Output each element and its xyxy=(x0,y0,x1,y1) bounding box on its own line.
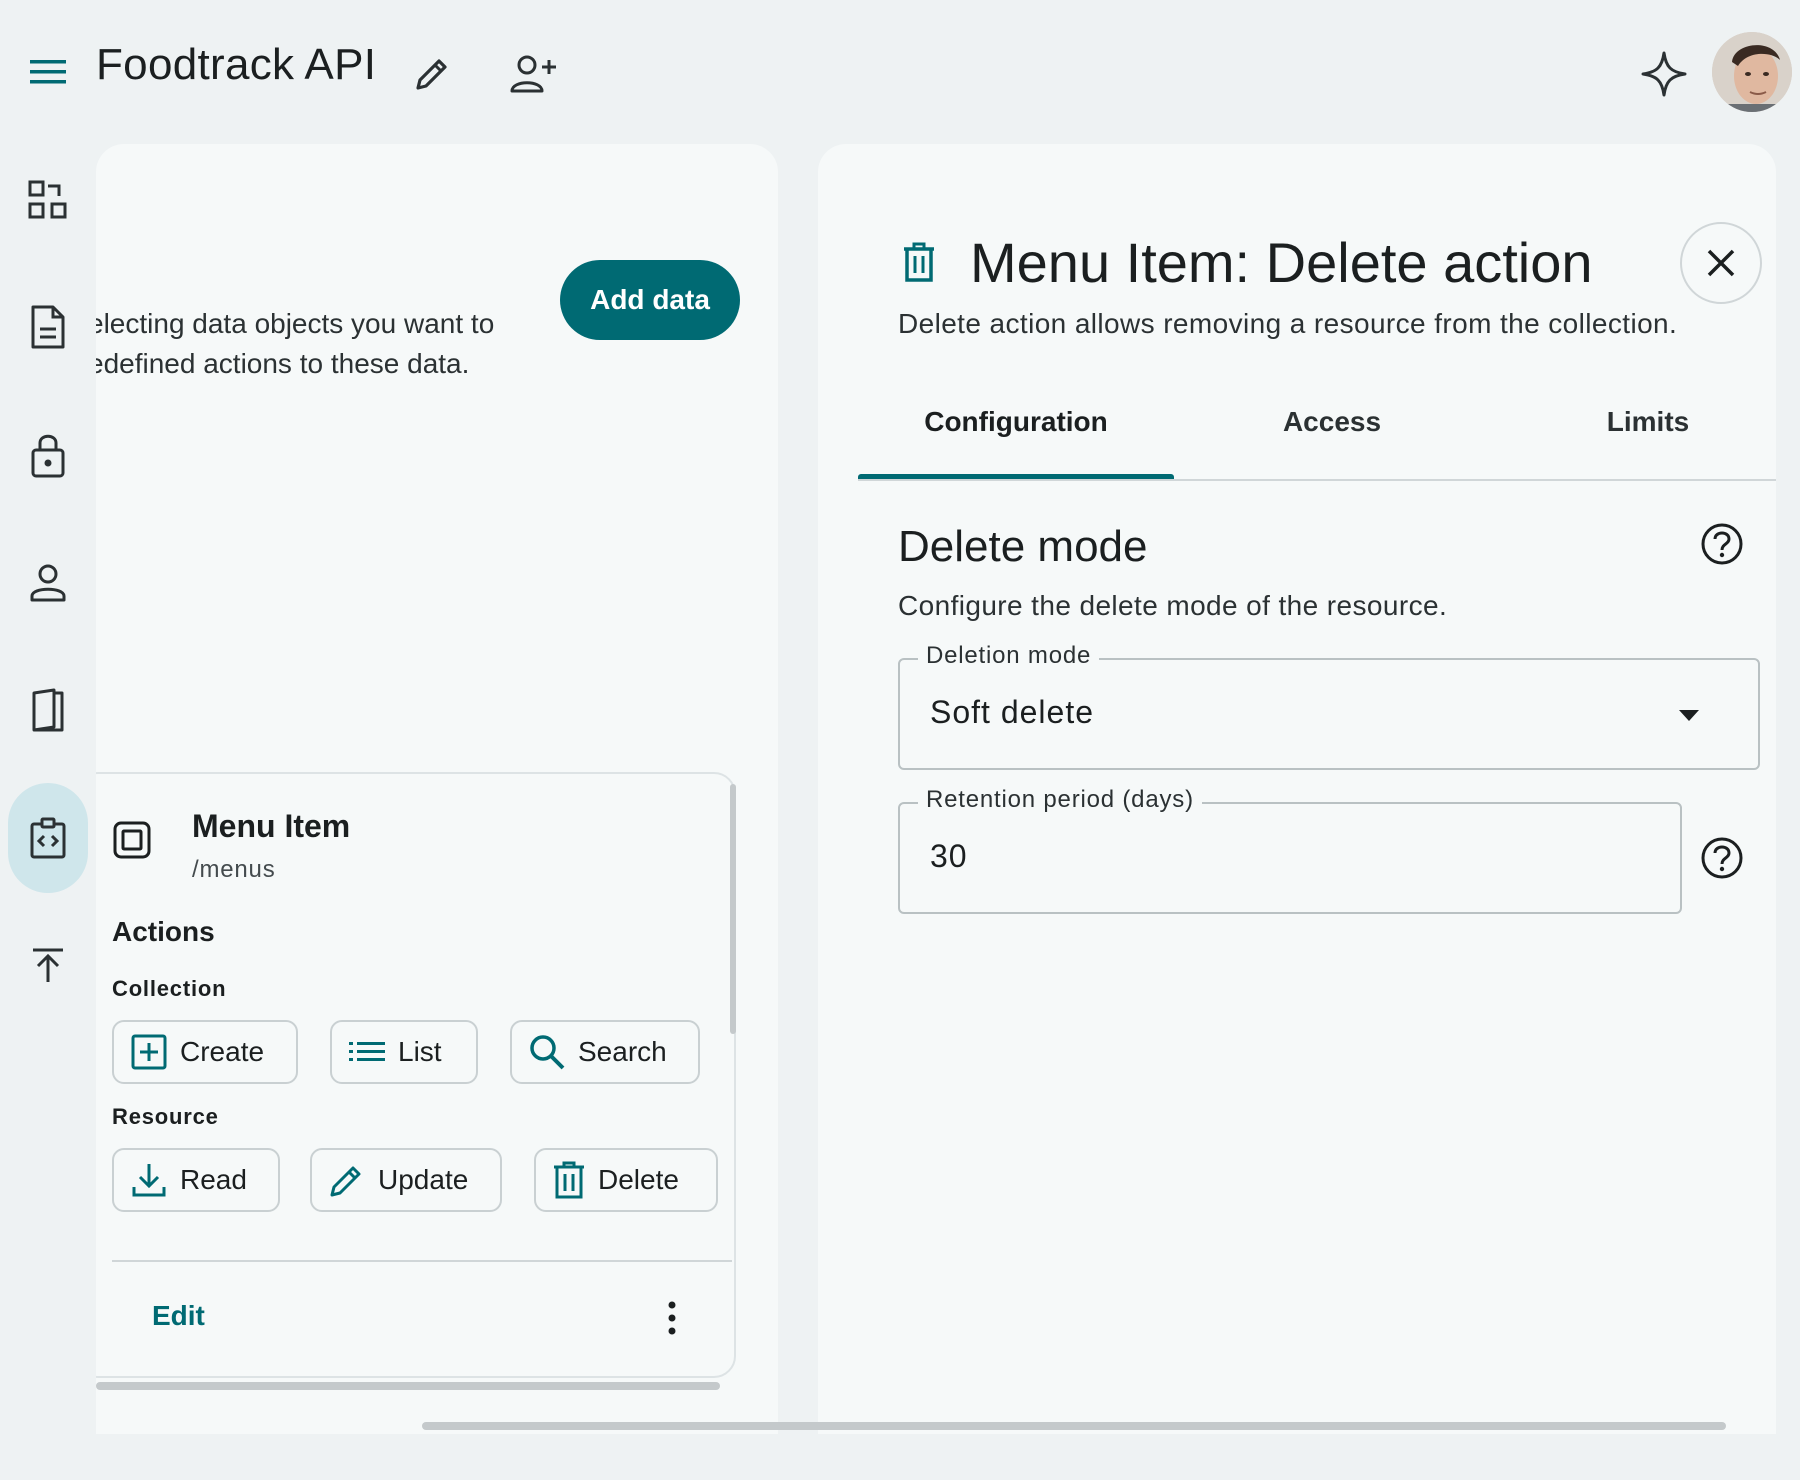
card-scrollbar[interactable] xyxy=(730,784,736,1034)
dropdown-arrow-icon xyxy=(1678,708,1700,722)
section-title: Delete mode xyxy=(898,522,1148,571)
pencil-icon xyxy=(330,1166,361,1197)
page-horizontal-scrollbar[interactable] xyxy=(422,1422,1726,1430)
help-icon xyxy=(1701,837,1743,879)
book-icon xyxy=(32,688,64,732)
list-label: List xyxy=(398,1036,442,1067)
trash-icon xyxy=(554,1161,584,1199)
tab-access[interactable]: Access xyxy=(1174,406,1490,438)
resource-path: /menus xyxy=(192,856,276,883)
edit-title-button[interactable] xyxy=(408,50,456,98)
add-user-button[interactable] xyxy=(506,48,562,100)
add-box-icon xyxy=(131,1034,167,1070)
download-icon xyxy=(132,1164,166,1197)
more-options-button[interactable] xyxy=(652,1294,692,1342)
retention-period-input[interactable] xyxy=(898,802,1682,914)
menu-icon xyxy=(30,60,66,84)
active-tab-indicator xyxy=(858,474,1174,479)
intro-line-2: edefined actions to these data. xyxy=(96,348,470,379)
close-button[interactable] xyxy=(1680,222,1762,304)
search-label: Search xyxy=(578,1036,667,1067)
left-horizontal-scrollbar[interactable] xyxy=(96,1382,720,1390)
retention-help-button[interactable] xyxy=(1698,834,1746,882)
resource-icon xyxy=(112,820,152,860)
collection-heading: Collection xyxy=(112,976,227,1001)
nav-api[interactable] xyxy=(8,783,88,893)
read-action-button[interactable]: Read xyxy=(112,1148,280,1212)
section-subtitle: Configure the delete mode of the resourc… xyxy=(898,590,1448,621)
actions-heading: Actions xyxy=(112,916,215,947)
close-icon xyxy=(1707,249,1735,277)
update-label: Update xyxy=(378,1164,469,1195)
api-icon xyxy=(30,817,66,859)
nav-users[interactable] xyxy=(8,528,88,638)
intro-line-1: electing data objects you want to xyxy=(96,308,495,339)
app-title: Foodtrack API xyxy=(96,40,377,89)
nav-security[interactable] xyxy=(8,400,88,510)
more-vert-icon xyxy=(668,1301,676,1335)
retention-period-label: Retention period (days) xyxy=(918,786,1202,814)
tab-limits[interactable]: Limits xyxy=(1490,406,1776,438)
deletion-mode-label: Deletion mode xyxy=(918,642,1100,670)
add-data-button[interactable]: Add data xyxy=(560,260,740,340)
resource-title: Menu Item xyxy=(192,808,351,844)
tabs-divider xyxy=(858,479,1776,481)
delete-mode-help-button[interactable] xyxy=(1698,520,1746,568)
pencil-icon xyxy=(416,59,447,90)
card-divider xyxy=(112,1260,732,1262)
delete-action-button[interactable]: Delete xyxy=(534,1148,718,1212)
avatar[interactable] xyxy=(1712,32,1792,112)
list-icon xyxy=(349,1042,385,1061)
list-action-button[interactable]: List xyxy=(330,1020,478,1084)
intro-text: electing data objects you want to edefin… xyxy=(96,304,568,384)
nav-documents[interactable] xyxy=(8,272,88,382)
nav-docs[interactable] xyxy=(8,655,88,765)
create-action-button[interactable]: Create xyxy=(112,1020,298,1084)
ai-assist-button[interactable] xyxy=(1636,46,1692,102)
trash-icon xyxy=(902,242,938,282)
resources-panel: electing data objects you want to edefin… xyxy=(96,144,778,1434)
read-label: Read xyxy=(180,1164,247,1195)
create-label: Create xyxy=(180,1036,265,1067)
search-icon xyxy=(530,1035,565,1070)
retention-period-value: 30 xyxy=(930,838,968,874)
panel-title: Menu Item: Delete action xyxy=(970,231,1593,294)
resource-heading: Resource xyxy=(112,1104,219,1129)
document-icon xyxy=(31,305,65,349)
help-icon xyxy=(1701,523,1743,565)
edit-resource-link[interactable]: Edit xyxy=(152,1300,205,1332)
tab-configuration[interactable]: Configuration xyxy=(858,406,1174,438)
nav-overview[interactable] xyxy=(8,145,88,255)
menu-button[interactable] xyxy=(24,48,72,96)
nav-deploy[interactable] xyxy=(8,910,88,1020)
person-icon xyxy=(30,564,66,602)
dashboard-icon xyxy=(28,180,67,219)
update-action-button[interactable]: Update xyxy=(310,1148,502,1212)
person-add-icon xyxy=(510,55,556,93)
deletion-mode-value: Soft delete xyxy=(930,694,1094,730)
action-detail-panel: Menu Item: Delete action Delete action a… xyxy=(818,144,1776,1434)
sparkle-icon xyxy=(1641,51,1687,97)
delete-label: Delete xyxy=(598,1164,679,1195)
upload-icon xyxy=(33,948,63,982)
panel-description: Delete action allows removing a resource… xyxy=(898,308,1678,339)
lock-icon xyxy=(31,434,65,478)
search-action-button[interactable]: Search xyxy=(510,1020,700,1084)
